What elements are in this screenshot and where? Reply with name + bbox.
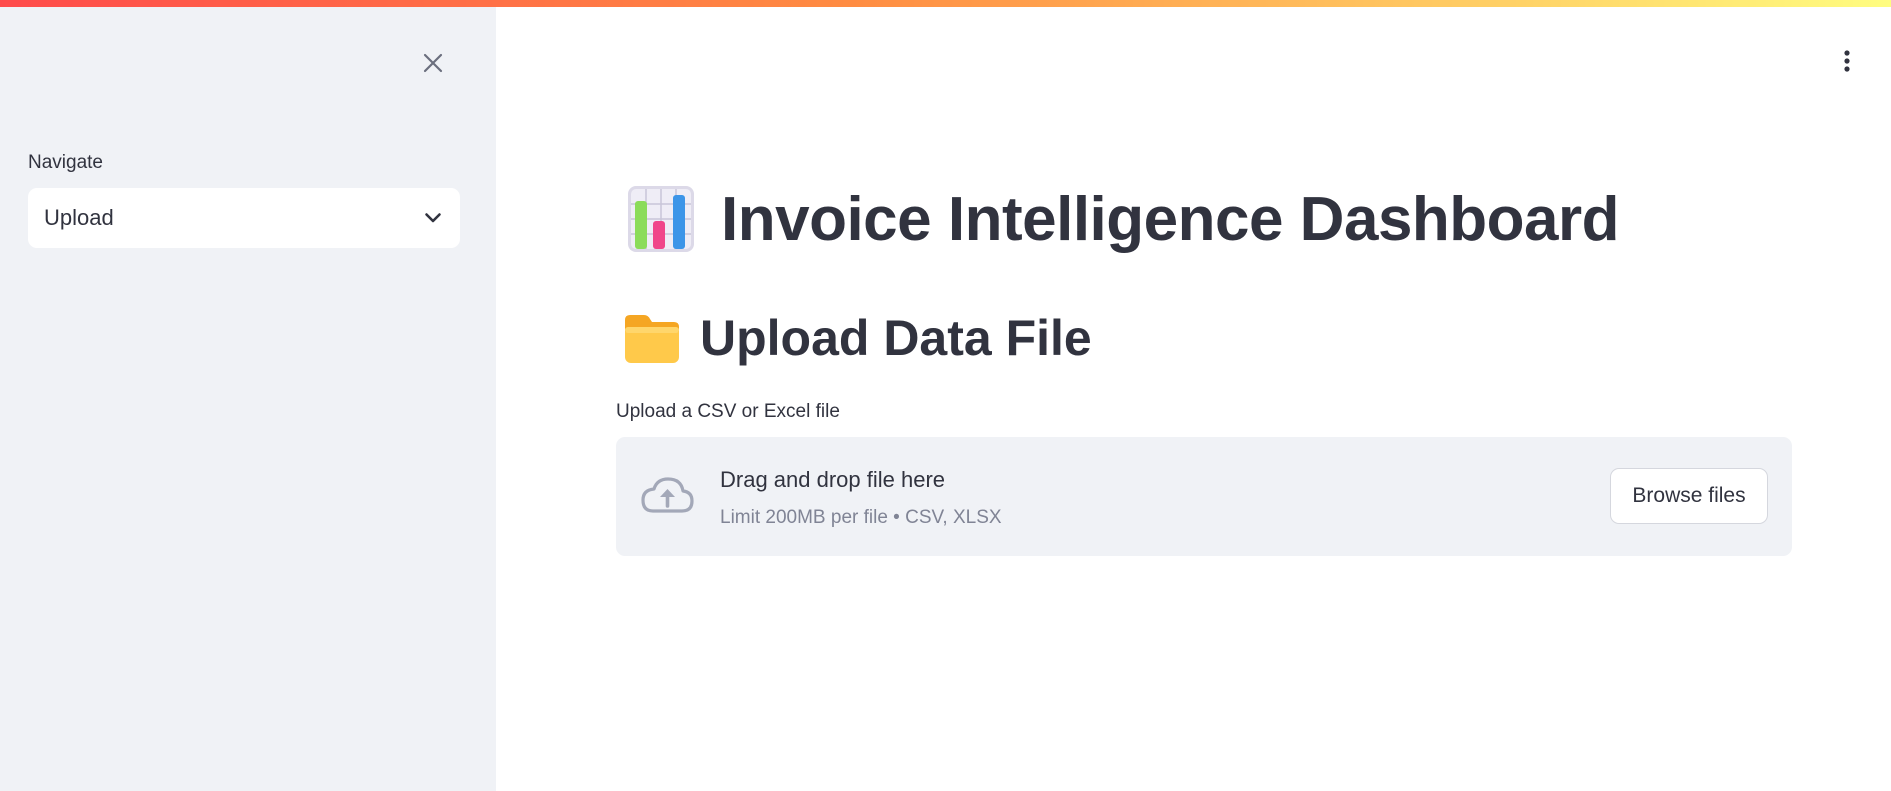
dropzone-instructions: Drag and drop file here [720,467,946,492]
sidebar: Navigate Upload [0,0,496,791]
file-dropzone[interactable]: Drag and drop file here Limit 200MB per … [616,437,1792,556]
top-decoration-bar [0,0,1891,7]
vertical-ellipsis-icon [1844,50,1850,72]
folder-emoji [625,315,679,363]
section-header-row: Upload Data File [622,306,1092,370]
sidebar-close-button[interactable] [416,46,450,80]
main-content [496,0,1891,791]
cloud-upload-icon [641,477,694,513]
nav-label: Navigate [28,152,103,173]
nav-select-value: Upload [44,205,114,230]
browse-files-button[interactable]: Browse files [1610,468,1768,524]
page-title-row: Invoice Intelligence Dashboard [627,182,1620,256]
main-menu-button[interactable] [1833,44,1861,78]
page-title: Invoice Intelligence Dashboard [721,184,1620,254]
section-title: Upload Data File [700,310,1092,366]
nav-select[interactable]: Upload [28,188,460,248]
dropzone-limit-text: Limit 200MB per file • CSV, XLSX [720,507,1002,528]
file-uploader-label: Upload a CSV or Excel file [616,401,840,422]
close-icon [423,53,443,73]
chevron-down-icon [425,213,441,223]
bar-chart-emoji [628,186,694,252]
